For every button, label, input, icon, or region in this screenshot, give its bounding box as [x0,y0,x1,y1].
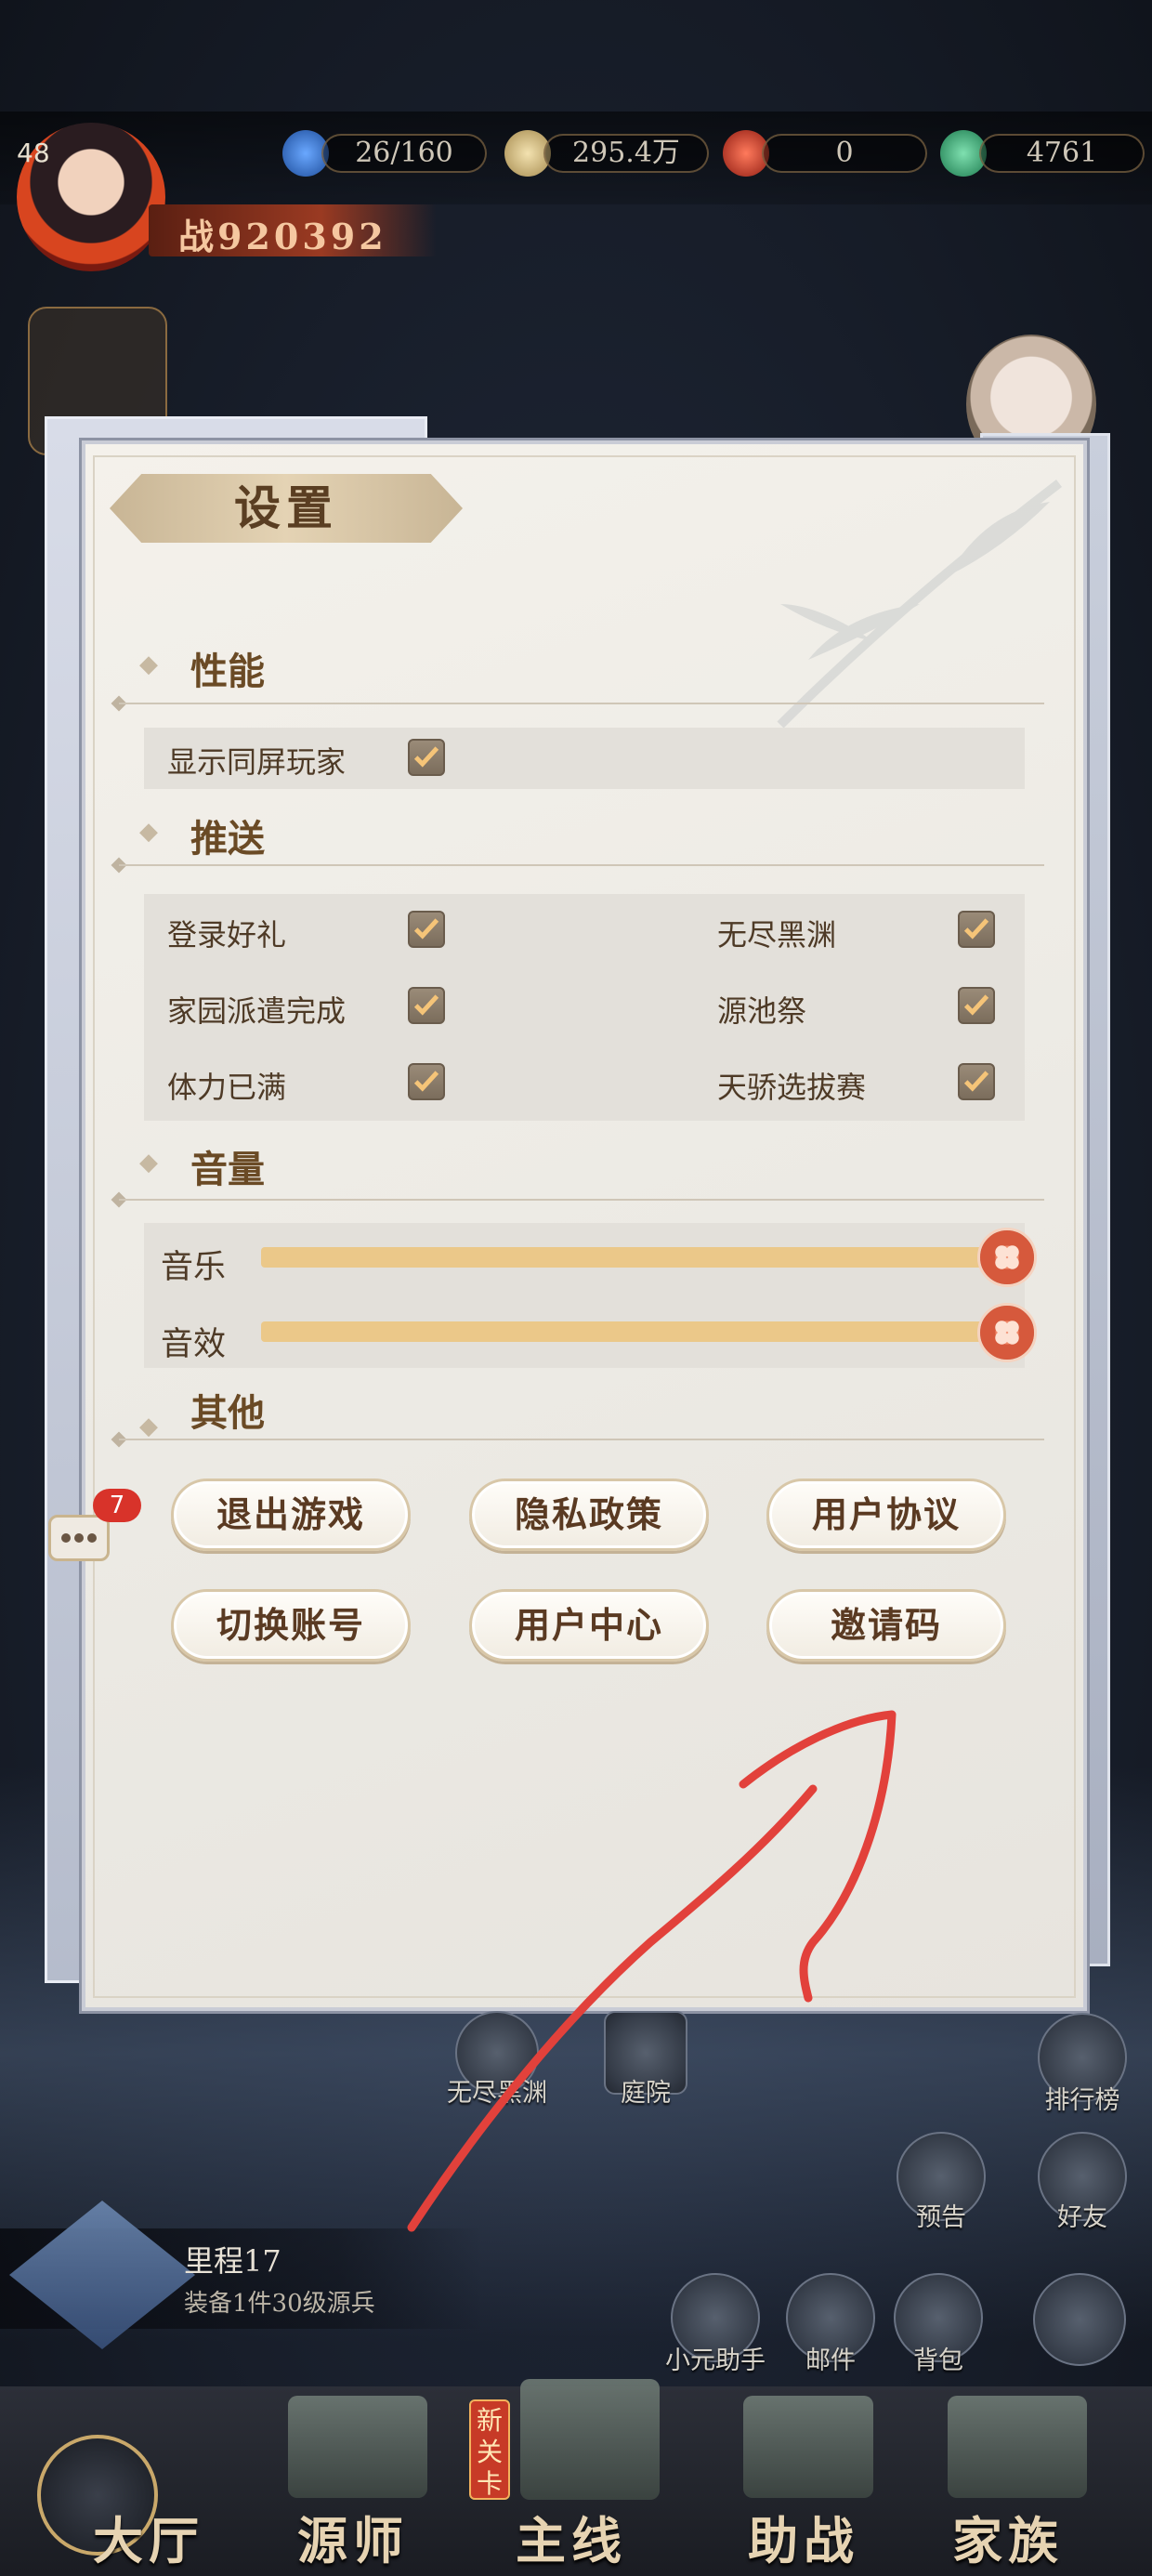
user-agreement-button[interactable]: 用户协议 [766,1479,1006,1551]
volume-block [144,1223,1025,1368]
invite-code-button[interactable]: 邀请码 [766,1589,1006,1662]
sfx-slider-knob[interactable] [977,1303,1037,1362]
checkmark-icon [413,994,439,1016]
combat-power: 战920392 [178,216,387,257]
section-other: 其他 [190,1391,265,1435]
checkbox-dispatch-complete[interactable] [408,987,445,1024]
checkbox-tianjiao-trial[interactable] [958,1063,995,1100]
push-label: 家园派遣完成 [167,993,347,1029]
checkmark-icon [963,1071,989,1092]
backpack-label: 背包 [913,2346,963,2375]
option-label: 显示同屏玩家 [167,744,347,780]
checkmark-icon [963,918,989,940]
mainline-mountain-icon[interactable] [520,2379,660,2500]
checkbox-source-pool[interactable] [958,987,995,1024]
map-label-abyss: 无尽黑渊 [447,2079,547,2108]
section-ornament: ◆ [139,1413,158,1440]
family-icon[interactable] [948,2396,1087,2498]
push-label: 登录好礼 [167,917,287,953]
preview-label: 预告 [916,2203,966,2232]
exit-game-button[interactable]: 退出游戏 [171,1479,411,1551]
checkmark-icon [413,746,439,768]
nav-tab-support[interactable]: 助战 [711,2500,897,2573]
checkbox-endless-abyss[interactable] [958,911,995,948]
resource-ruby: 0 [762,134,927,173]
push-label: 天骄选拔赛 [717,1070,867,1105]
section-push: 推送 [190,817,265,861]
volume-label-sfx: 音效 [161,1326,227,1363]
map-label-courtyard: 庭院 [621,2079,671,2108]
settings-title: 设置 [234,480,338,535]
push-label: 无尽黑渊 [717,917,837,953]
section-ornament: ◆ [139,818,158,846]
user-center-button[interactable]: 用户中心 [469,1589,709,1662]
chat-unread-badge: 7 [93,1489,141,1522]
bamboo-decoration [777,480,1063,729]
checkmark-icon [413,918,439,940]
volume-label-music: 音乐 [161,1249,227,1286]
divider [119,1439,1044,1440]
checkmark-icon [963,994,989,1016]
divider [119,703,1044,704]
assistant-label: 小元助手 [665,2346,766,2375]
leaderboard-label: 排行榜 [1044,2086,1120,2115]
support-weapon-icon[interactable] [743,2396,873,2498]
section-volume: 音量 [190,1148,265,1191]
nav-tab-mainline[interactable]: 主线 [478,2500,664,2573]
plus-icon[interactable] [1033,2273,1126,2366]
section-ornament: ◆ [139,1149,158,1176]
mentor-cards-icon[interactable] [288,2396,427,2498]
checkbox-login-gift[interactable] [408,911,445,948]
resource-jade: 4761 [979,134,1145,173]
section-performance: 性能 [190,650,265,693]
nav-tab-family[interactable]: 家族 [915,2500,1101,2573]
push-label: 源池祭 [717,993,807,1029]
music-slider-knob[interactable] [977,1228,1037,1287]
checkbox-show-players[interactable] [408,739,445,776]
switch-account-button[interactable]: 切换账号 [171,1589,411,1662]
sfx-slider[interactable] [261,1321,1004,1342]
resource-stamina: 26/160 [321,134,487,173]
clover-icon [995,1321,1019,1345]
checkmark-icon [413,1071,439,1092]
checkbox-stamina-full[interactable] [408,1063,445,1100]
section-ornament: ◆ [139,651,158,678]
resource-coins: 295.4万 [543,134,709,173]
push-label: 体力已满 [167,1070,287,1105]
player-level: 48 [17,138,50,168]
music-slider[interactable] [261,1247,1004,1268]
privacy-policy-button[interactable]: 隐私政策 [469,1479,709,1551]
clover-icon [995,1245,1019,1269]
mileage-task: 装备1件30级源兵 [184,2290,375,2318]
chat-bubble-icon[interactable] [48,1515,110,1561]
mileage-title: 里程17 [184,2243,281,2279]
divider [119,1199,1044,1201]
new-stage-tag: 新关卡 [469,2399,510,2500]
friends-label: 好友 [1057,2203,1107,2232]
mail-label: 邮件 [805,2346,856,2375]
divider [119,864,1044,866]
nav-tab-hall[interactable]: 大厅 [56,2500,242,2573]
nav-tab-mentor[interactable]: 源师 [260,2500,446,2573]
